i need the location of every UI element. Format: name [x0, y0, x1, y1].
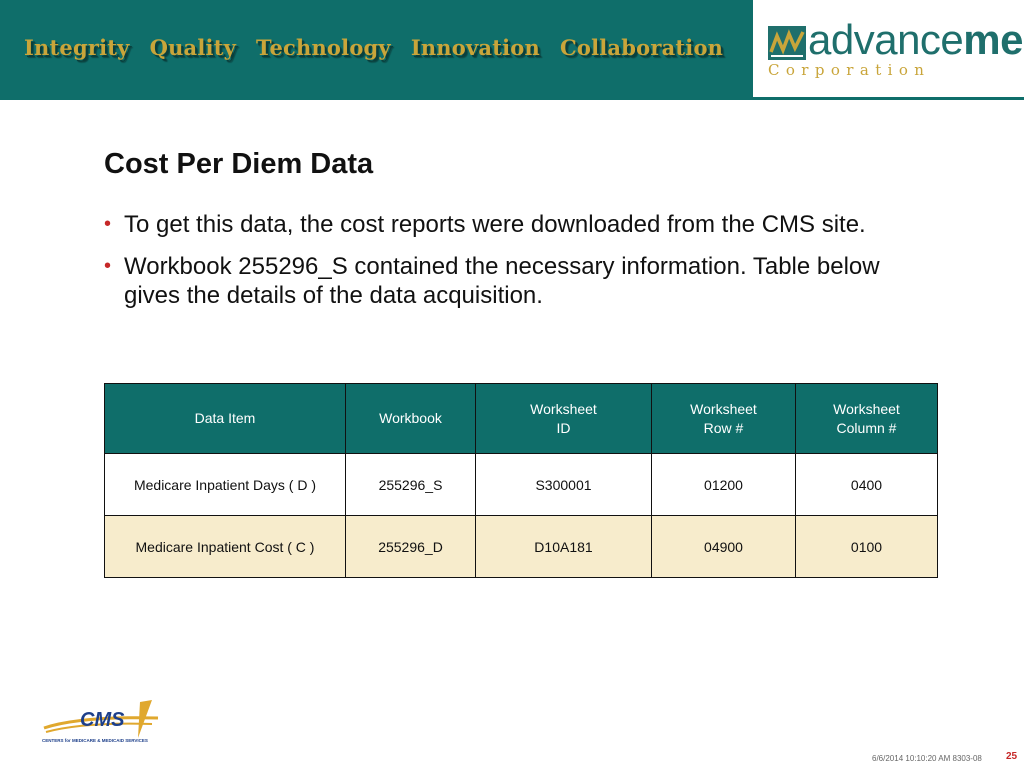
core-value: Integrity	[24, 34, 130, 60]
logo-word-med: med	[963, 16, 1024, 63]
column-header-text: Workbook	[379, 410, 442, 426]
column-header: Worksheet Row #	[651, 383, 796, 454]
table-cell: D10A181	[475, 515, 652, 578]
cms-logo-text: CMS	[80, 709, 125, 731]
table-cell: S300001	[475, 453, 652, 516]
table-cell: Medicare Inpatient Days ( D )	[104, 453, 346, 516]
table-row: Medicare Inpatient Cost ( C ) 255296_D D…	[104, 515, 938, 578]
core-values-banner: Integrity Quality Technology Innovation …	[24, 30, 723, 64]
bullet-text: To get this data, the cost reports were …	[124, 211, 866, 238]
column-header-text: Worksheet Row #	[690, 400, 757, 436]
core-value: Innovation	[410, 34, 540, 60]
table-cell: 0100	[795, 515, 938, 578]
column-header: Worksheet ID	[475, 383, 652, 454]
header-divider	[0, 97, 1024, 100]
table-cell: 01200	[651, 453, 796, 516]
footer-date: 6/6/2014 10:10:20 AM 8303-08	[872, 754, 982, 763]
table-row: Medicare Inpatient Days ( D ) 255296_S S…	[104, 453, 938, 516]
column-header-text: Worksheet ID	[530, 400, 597, 436]
data-acquisition-table: Data Item Workbook Worksheet ID Worksheet…	[104, 383, 938, 578]
company-logo-wordmark: advancemed	[808, 17, 1024, 63]
column-header: Data Item	[104, 383, 346, 454]
bullet-icon: •	[104, 213, 112, 235]
column-header-text: Worksheet Column #	[833, 400, 900, 436]
page-number: 25	[1006, 751, 1018, 762]
core-value: Collaboration	[559, 34, 724, 60]
slide-title: Cost Per Diem Data	[104, 148, 374, 180]
core-value: Quality	[149, 34, 237, 60]
cms-logo-icon: CMS CENTERS for MEDICARE & MEDICAID SERV…	[42, 700, 159, 743]
bullet-text: Workbook 255296_S contained the necessar…	[124, 253, 880, 309]
table-header-row: Data Item Workbook Worksheet ID Worksheet…	[104, 383, 938, 454]
column-header: Worksheet Column #	[795, 383, 938, 454]
header-band: Integrity Quality Technology Innovation …	[0, 0, 753, 97]
bullet-item: • Workbook 255296_S contained the necess…	[104, 252, 904, 310]
bullet-list: • To get this data, the cost reports wer…	[104, 210, 904, 323]
table-cell: Medicare Inpatient Cost ( C )	[104, 515, 346, 578]
column-header: Workbook	[345, 383, 476, 454]
advancemed-logo-icon	[768, 26, 806, 60]
cms-logo-caption: CENTERS for MEDICARE & MEDICAID SERVICES	[42, 738, 148, 743]
core-value: Technology	[256, 34, 391, 60]
logo-word-advance: advance	[808, 16, 964, 63]
table-cell: 255296_D	[345, 515, 476, 578]
bullet-icon: •	[104, 255, 112, 277]
bullet-item: • To get this data, the cost reports wer…	[104, 210, 904, 239]
table-cell: 04900	[651, 515, 796, 578]
company-logo-subtitle: Corporation	[768, 61, 931, 79]
table-cell: 255296_S	[345, 453, 476, 516]
table-cell: 0400	[795, 453, 938, 516]
column-header-text: Data Item	[194, 410, 256, 426]
